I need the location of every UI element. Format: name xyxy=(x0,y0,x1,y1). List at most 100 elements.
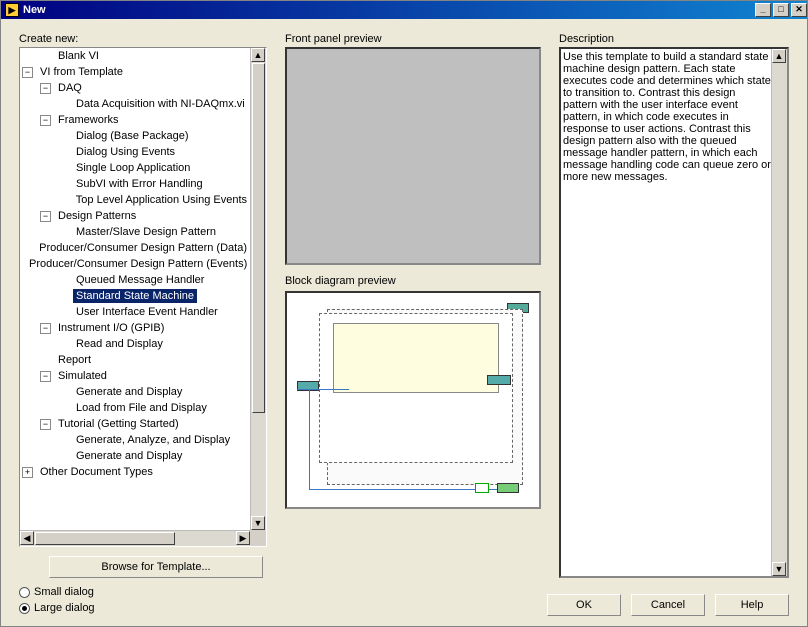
template-tree[interactable]: Blank VI−VI from Template−DAQData Acquis… xyxy=(19,47,267,547)
tree-item[interactable]: Generate and Display xyxy=(20,384,250,400)
tree-item[interactable]: Single Loop Application xyxy=(20,160,250,176)
large-dialog-radio[interactable] xyxy=(19,603,30,614)
tree-item-label[interactable]: Generate and Display xyxy=(73,385,185,399)
app-icon: ▶ xyxy=(5,3,19,17)
tree-item-label[interactable]: Blank VI xyxy=(55,49,102,63)
tree-item[interactable]: Queued Message Handler xyxy=(20,272,250,288)
browse-template-button[interactable]: Browse for Template... xyxy=(49,556,263,578)
new-dialog-window: ▶ New _ □ ✕ Create new: Blank VI−VI from… xyxy=(0,0,808,627)
close-button[interactable]: ✕ xyxy=(791,3,807,17)
tree-item[interactable]: Generate and Display xyxy=(20,448,250,464)
tree-connector-icon xyxy=(58,387,69,398)
tree-item[interactable]: + Other Document Types xyxy=(20,464,250,480)
tree-item[interactable]: −Instrument I/O (GPIB) xyxy=(20,320,250,336)
ok-button[interactable]: OK xyxy=(547,594,621,616)
tree-item-label[interactable]: Generate and Display xyxy=(73,449,185,463)
help-button[interactable]: Help xyxy=(715,594,789,616)
tree-item-label[interactable]: Other Document Types xyxy=(37,465,156,479)
window-title: New xyxy=(23,4,753,16)
description-text: Use this template to build a standard st… xyxy=(563,51,771,183)
collapse-icon[interactable]: − xyxy=(40,419,51,430)
scroll-thumb-vertical[interactable] xyxy=(252,63,265,413)
collapse-icon[interactable]: − xyxy=(40,371,51,382)
tree-item[interactable]: −Simulated xyxy=(20,368,250,384)
tree-item-label[interactable]: Design Patterns xyxy=(55,209,139,223)
tree-item-label[interactable]: SubVI with Error Handling xyxy=(73,177,206,191)
tree-item[interactable]: SubVI with Error Handling xyxy=(20,176,250,192)
tree-item[interactable]: Dialog Using Events xyxy=(20,144,250,160)
tree-item-label[interactable]: Queued Message Handler xyxy=(73,273,207,287)
tree-item[interactable]: −VI from Template xyxy=(20,64,250,80)
tree-item[interactable]: Master/Slave Design Pattern xyxy=(20,224,250,240)
tree-item-label[interactable]: Producer/Consumer Design Pattern (Events… xyxy=(26,257,250,271)
collapse-icon[interactable]: − xyxy=(40,83,51,94)
tree-horizontal-scrollbar[interactable]: ◀ ▶ xyxy=(20,530,250,546)
tree-item-label[interactable]: VI from Template xyxy=(37,65,126,79)
block-diagram-preview-label: Block diagram preview xyxy=(285,275,541,287)
tree-item-label[interactable]: Read and Display xyxy=(73,337,166,351)
tree-item[interactable]: −Design Patterns xyxy=(20,208,250,224)
tree-item-label[interactable]: Dialog (Base Package) xyxy=(73,129,192,143)
tree-item-label[interactable]: Tutorial (Getting Started) xyxy=(55,417,182,431)
bd-shift-reg-icon xyxy=(487,375,511,385)
scroll-left-icon[interactable]: ◀ xyxy=(20,531,34,545)
description-scrollbar[interactable]: ▲ ▼ xyxy=(771,49,787,576)
tree-item[interactable]: Data Acquisition with NI-DAQmx.vi xyxy=(20,96,250,112)
front-panel-preview-label: Front panel preview xyxy=(285,33,541,45)
tree-item-label[interactable]: Producer/Consumer Design Pattern (Data) xyxy=(36,241,250,255)
dialog-size-radios: Small dialog Large dialog xyxy=(19,584,95,616)
tree-item[interactable]: Top Level Application Using Events xyxy=(20,192,250,208)
tree-vertical-scrollbar[interactable]: ▲ ▼ xyxy=(250,48,266,530)
small-dialog-radio[interactable] xyxy=(19,587,30,598)
titlebar[interactable]: ▶ New _ □ ✕ xyxy=(1,1,807,19)
tree-item-label[interactable]: Generate, Analyze, and Display xyxy=(73,433,233,447)
scroll-up-icon[interactable]: ▲ xyxy=(772,49,786,63)
scroll-down-icon[interactable]: ▼ xyxy=(772,562,786,576)
tree-item-label[interactable]: Frameworks xyxy=(55,113,122,127)
tree-connector-icon xyxy=(58,451,69,462)
collapse-icon[interactable]: − xyxy=(22,67,33,78)
tree-item[interactable]: Dialog (Base Package) xyxy=(20,128,250,144)
tree-item[interactable]: Producer/Consumer Design Pattern (Events… xyxy=(20,256,250,272)
tree-connector-icon xyxy=(58,435,69,446)
expand-icon[interactable]: + xyxy=(22,467,33,478)
scroll-right-icon[interactable]: ▶ xyxy=(236,531,250,545)
tree-connector-icon xyxy=(58,179,69,190)
tree-item-label[interactable]: Load from File and Display xyxy=(73,401,210,415)
scroll-up-icon[interactable]: ▲ xyxy=(251,48,265,62)
tree-item[interactable]: Load from File and Display xyxy=(20,400,250,416)
tree-item[interactable]: User Interface Event Handler xyxy=(20,304,250,320)
description-label: Description xyxy=(559,33,789,45)
tree-item-label[interactable]: Data Acquisition with NI-DAQmx.vi xyxy=(73,97,248,111)
tree-item-label[interactable]: Simulated xyxy=(55,369,110,383)
tree-connector-icon xyxy=(58,163,69,174)
scroll-down-icon[interactable]: ▼ xyxy=(251,516,265,530)
tree-connector-icon xyxy=(40,51,51,62)
tree-item-label[interactable]: Dialog Using Events xyxy=(73,145,178,159)
tree-item[interactable]: Producer/Consumer Design Pattern (Data) xyxy=(20,240,250,256)
cancel-button[interactable]: Cancel xyxy=(631,594,705,616)
tree-item[interactable]: −Frameworks xyxy=(20,112,250,128)
tree-item[interactable]: Report xyxy=(20,352,250,368)
tree-item-label[interactable]: Single Loop Application xyxy=(73,161,193,175)
collapse-icon[interactable]: − xyxy=(40,115,51,126)
collapse-icon[interactable]: − xyxy=(40,211,51,222)
tree-item[interactable]: −DAQ xyxy=(20,80,250,96)
tree-item[interactable]: −Tutorial (Getting Started) xyxy=(20,416,250,432)
tree-connector-icon xyxy=(58,195,69,206)
tree-item-label[interactable]: Master/Slave Design Pattern xyxy=(73,225,219,239)
tree-item[interactable]: Read and Display xyxy=(20,336,250,352)
tree-item-label[interactable]: User Interface Event Handler xyxy=(73,305,221,319)
collapse-icon[interactable]: − xyxy=(40,323,51,334)
tree-item-label[interactable]: Standard State Machine xyxy=(73,289,197,303)
scroll-thumb-horizontal[interactable] xyxy=(35,532,175,545)
tree-item[interactable]: Generate, Analyze, and Display xyxy=(20,432,250,448)
tree-item[interactable]: Standard State Machine xyxy=(20,288,250,304)
tree-item-label[interactable]: DAQ xyxy=(55,81,85,95)
minimize-button[interactable]: _ xyxy=(755,3,771,17)
tree-item-label[interactable]: Instrument I/O (GPIB) xyxy=(55,321,167,335)
tree-item[interactable]: Blank VI xyxy=(20,48,250,64)
tree-item-label[interactable]: Report xyxy=(55,353,94,367)
tree-item-label[interactable]: Top Level Application Using Events xyxy=(73,193,250,207)
maximize-button[interactable]: □ xyxy=(773,3,789,17)
